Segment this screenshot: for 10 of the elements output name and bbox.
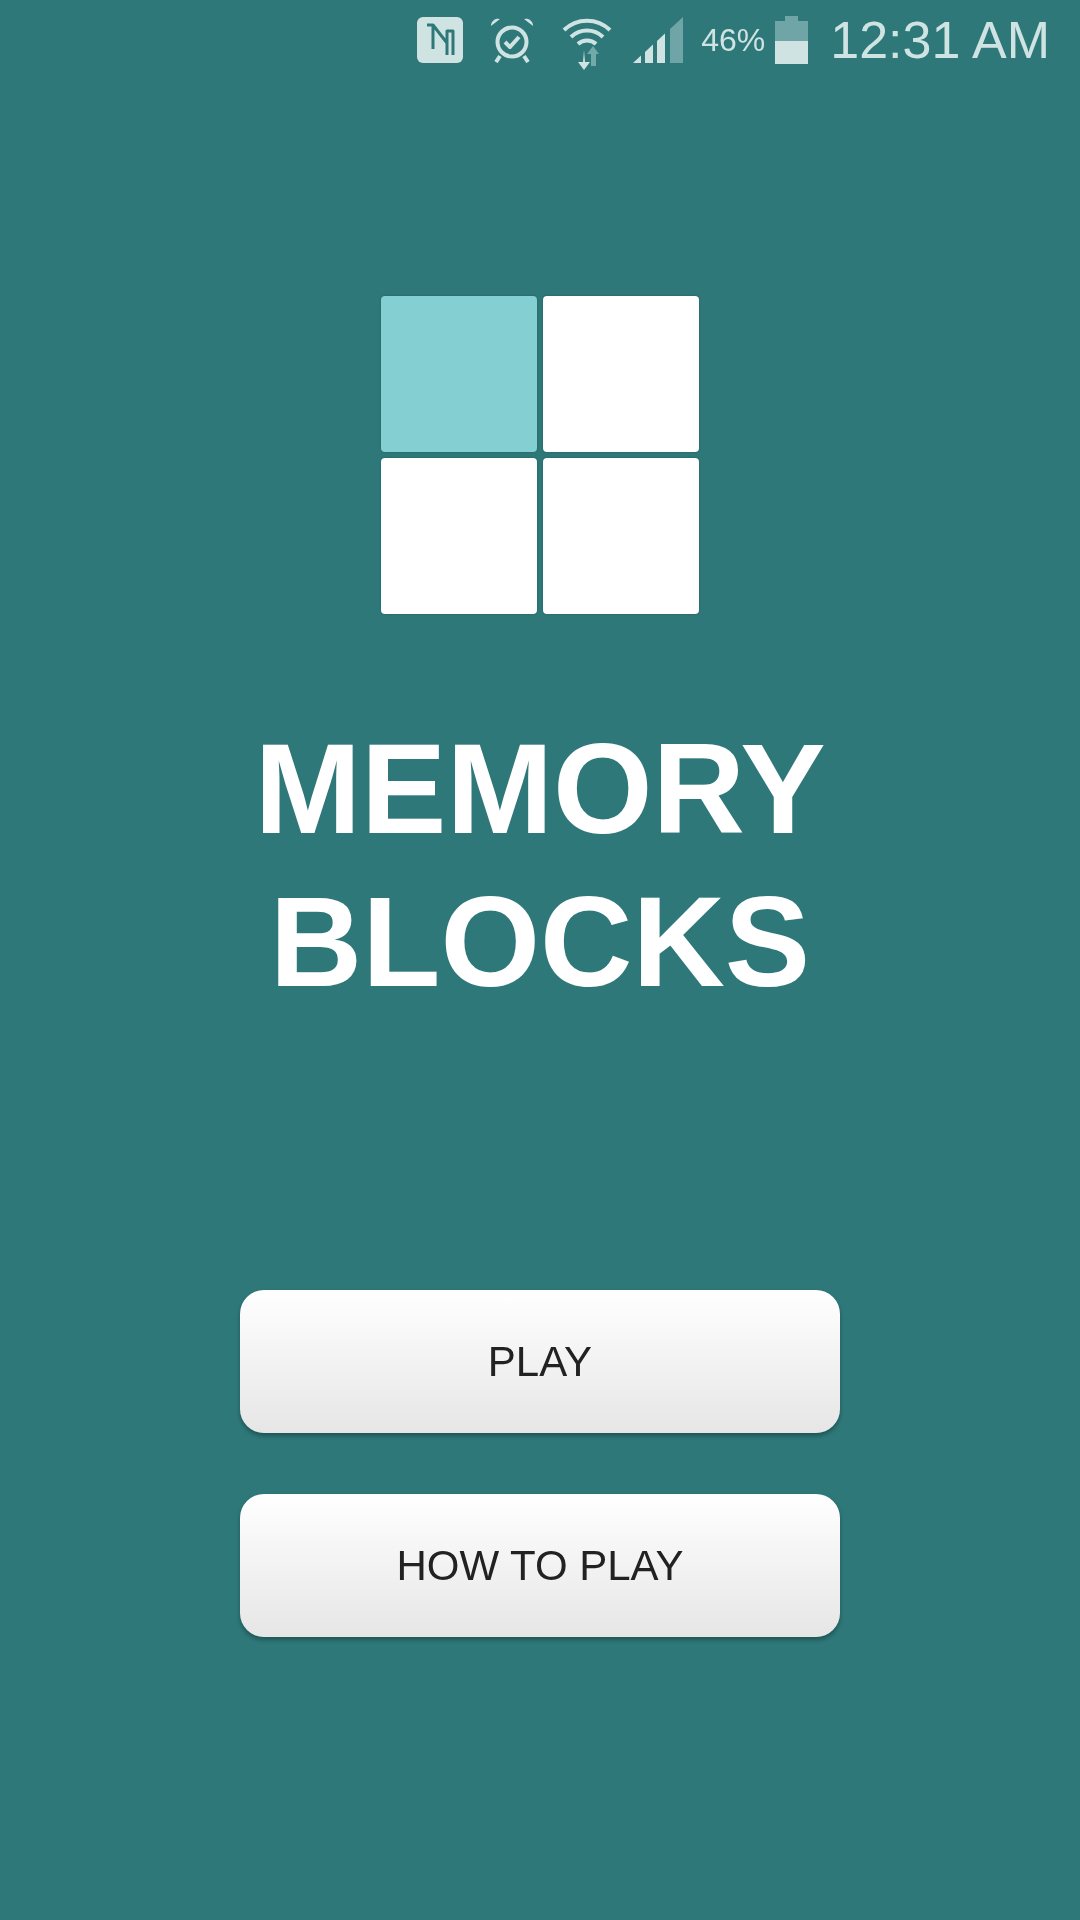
alarm-clock-icon bbox=[489, 17, 536, 63]
nfc-icon bbox=[417, 17, 464, 63]
signal-strength-icon bbox=[633, 17, 684, 63]
battery-icon bbox=[775, 16, 809, 64]
clock-time: 12:31 AM bbox=[830, 14, 1050, 66]
menu-button[interactable]: PLAY bbox=[240, 1290, 840, 1433]
wifi-icon bbox=[561, 16, 614, 70]
battery-percent: 46% bbox=[701, 24, 766, 56]
menu-button[interactable]: HOW TO PLAY bbox=[240, 1494, 840, 1637]
game-title: MEMORY BLOCKS bbox=[253, 716, 827, 1015]
